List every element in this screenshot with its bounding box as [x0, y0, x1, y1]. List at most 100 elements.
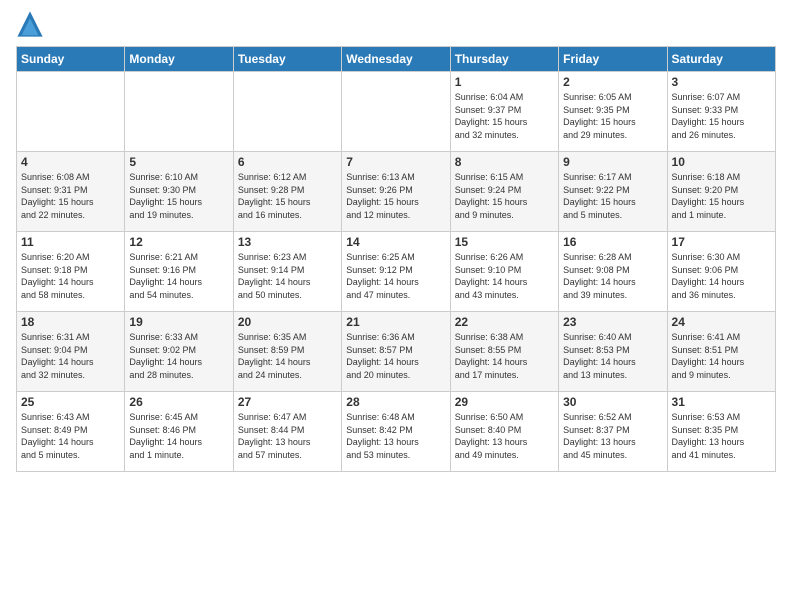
day-number: 20 [238, 315, 337, 329]
col-header-friday: Friday [559, 47, 667, 72]
day-cell: 25Sunrise: 6:43 AM Sunset: 8:49 PM Dayli… [17, 392, 125, 472]
day-cell: 14 Sunrise: 6:25 AM Sunset: 9:12 PM Dayli… [342, 232, 450, 312]
day-number: 26 [129, 395, 228, 409]
col-header-saturday: Saturday [667, 47, 775, 72]
day-cell: 28 Sunrise: 6:48 AM Sunset: 8:42 PM Dayli… [342, 392, 450, 472]
day-info: Sunrise: 6:13 AM Sunset: 9:26 PM Dayligh… [346, 171, 445, 221]
day-number: 9 [563, 155, 662, 169]
day-number: 25 [21, 395, 120, 409]
day-number: 29 [455, 395, 554, 409]
day-info: Sunrise: 6:28 AM Sunset: 9:08 PM Dayligh… [563, 251, 662, 301]
day-cell: 27 Sunrise: 6:47 AM Sunset: 8:44 PM Dayli… [233, 392, 341, 472]
day-number: 17 [672, 235, 771, 249]
day-info: Sunrise: 6:38 AM Sunset: 8:55 PM Dayligh… [455, 331, 554, 381]
day-cell: 23 Sunrise: 6:40 AM Sunset: 8:53 PM Dayli… [559, 312, 667, 392]
week-row-2: 4Sunrise: 6:08 AM Sunset: 9:31 PM Daylig… [17, 152, 776, 232]
day-number: 28 [346, 395, 445, 409]
day-cell: 29Sunrise: 6:50 AM Sunset: 8:40 PM Dayli… [450, 392, 558, 472]
day-cell: 11 Sunrise: 6:20 AM Sunset: 9:18 PM Dayli… [17, 232, 125, 312]
week-row-4: 18 Sunrise: 6:31 AM Sunset: 9:04 PM Dayli… [17, 312, 776, 392]
day-cell: 9 Sunrise: 6:17 AM Sunset: 9:22 PM Daylig… [559, 152, 667, 232]
day-info: Sunrise: 6:40 AM Sunset: 8:53 PM Dayligh… [563, 331, 662, 381]
day-cell: 20 Sunrise: 6:35 AM Sunset: 8:59 PM Dayli… [233, 312, 341, 392]
week-row-3: 11 Sunrise: 6:20 AM Sunset: 9:18 PM Dayli… [17, 232, 776, 312]
header [16, 10, 776, 38]
day-number: 6 [238, 155, 337, 169]
day-number: 21 [346, 315, 445, 329]
day-info: Sunrise: 6:18 AM Sunset: 9:20 PM Dayligh… [672, 171, 771, 221]
day-cell [342, 72, 450, 152]
day-number: 7 [346, 155, 445, 169]
calendar-table: SundayMondayTuesdayWednesdayThursdayFrid… [16, 46, 776, 472]
day-cell: 6 Sunrise: 6:12 AM Sunset: 9:28 PM Daylig… [233, 152, 341, 232]
col-header-tuesday: Tuesday [233, 47, 341, 72]
day-info: Sunrise: 6:45 AM Sunset: 8:46 PM Dayligh… [129, 411, 228, 461]
day-number: 4 [21, 155, 120, 169]
day-number: 19 [129, 315, 228, 329]
col-header-wednesday: Wednesday [342, 47, 450, 72]
day-info: Sunrise: 6:10 AM Sunset: 9:30 PM Dayligh… [129, 171, 228, 221]
day-info: Sunrise: 6:52 AM Sunset: 8:37 PM Dayligh… [563, 411, 662, 461]
day-cell: 18 Sunrise: 6:31 AM Sunset: 9:04 PM Dayli… [17, 312, 125, 392]
day-cell: 13 Sunrise: 6:23 AM Sunset: 9:14 PM Dayli… [233, 232, 341, 312]
day-info: Sunrise: 6:15 AM Sunset: 9:24 PM Dayligh… [455, 171, 554, 221]
logo-icon [16, 10, 44, 38]
day-number: 12 [129, 235, 228, 249]
day-info: Sunrise: 6:33 AM Sunset: 9:02 PM Dayligh… [129, 331, 228, 381]
day-info: Sunrise: 6:35 AM Sunset: 8:59 PM Dayligh… [238, 331, 337, 381]
day-info: Sunrise: 6:47 AM Sunset: 8:44 PM Dayligh… [238, 411, 337, 461]
day-cell: 1 Sunrise: 6:04 AM Sunset: 9:37 PM Daylig… [450, 72, 558, 152]
day-number: 1 [455, 75, 554, 89]
day-cell: 8 Sunrise: 6:15 AM Sunset: 9:24 PM Daylig… [450, 152, 558, 232]
day-number: 15 [455, 235, 554, 249]
day-info: Sunrise: 6:07 AM Sunset: 9:33 PM Dayligh… [672, 91, 771, 141]
day-cell: 19 Sunrise: 6:33 AM Sunset: 9:02 PM Dayli… [125, 312, 233, 392]
day-cell: 10 Sunrise: 6:18 AM Sunset: 9:20 PM Dayli… [667, 152, 775, 232]
day-number: 18 [21, 315, 120, 329]
day-cell: 2Sunrise: 6:05 AM Sunset: 9:35 PM Daylig… [559, 72, 667, 152]
day-cell [125, 72, 233, 152]
day-info: Sunrise: 6:48 AM Sunset: 8:42 PM Dayligh… [346, 411, 445, 461]
day-number: 27 [238, 395, 337, 409]
week-row-1: 1 Sunrise: 6:04 AM Sunset: 9:37 PM Daylig… [17, 72, 776, 152]
day-cell: 4Sunrise: 6:08 AM Sunset: 9:31 PM Daylig… [17, 152, 125, 232]
day-info: Sunrise: 6:20 AM Sunset: 9:18 PM Dayligh… [21, 251, 120, 301]
day-number: 30 [563, 395, 662, 409]
day-info: Sunrise: 6:26 AM Sunset: 9:10 PM Dayligh… [455, 251, 554, 301]
day-info: Sunrise: 6:12 AM Sunset: 9:28 PM Dayligh… [238, 171, 337, 221]
day-cell: 26 Sunrise: 6:45 AM Sunset: 8:46 PM Dayli… [125, 392, 233, 472]
day-info: Sunrise: 6:17 AM Sunset: 9:22 PM Dayligh… [563, 171, 662, 221]
day-number: 23 [563, 315, 662, 329]
day-cell: 5Sunrise: 6:10 AM Sunset: 9:30 PM Daylig… [125, 152, 233, 232]
day-number: 16 [563, 235, 662, 249]
day-number: 11 [21, 235, 120, 249]
day-info: Sunrise: 6:04 AM Sunset: 9:37 PM Dayligh… [455, 91, 554, 141]
week-row-5: 25Sunrise: 6:43 AM Sunset: 8:49 PM Dayli… [17, 392, 776, 472]
day-number: 14 [346, 235, 445, 249]
day-cell: 7 Sunrise: 6:13 AM Sunset: 9:26 PM Daylig… [342, 152, 450, 232]
day-number: 8 [455, 155, 554, 169]
day-cell: 31 Sunrise: 6:53 AM Sunset: 8:35 PM Dayli… [667, 392, 775, 472]
day-info: Sunrise: 6:25 AM Sunset: 9:12 PM Dayligh… [346, 251, 445, 301]
day-info: Sunrise: 6:30 AM Sunset: 9:06 PM Dayligh… [672, 251, 771, 301]
day-cell [17, 72, 125, 152]
col-header-thursday: Thursday [450, 47, 558, 72]
day-cell: 17 Sunrise: 6:30 AM Sunset: 9:06 PM Dayli… [667, 232, 775, 312]
day-info: Sunrise: 6:53 AM Sunset: 8:35 PM Dayligh… [672, 411, 771, 461]
header-row: SundayMondayTuesdayWednesdayThursdayFrid… [17, 47, 776, 72]
day-info: Sunrise: 6:23 AM Sunset: 9:14 PM Dayligh… [238, 251, 337, 301]
day-cell: 15 Sunrise: 6:26 AM Sunset: 9:10 PM Dayli… [450, 232, 558, 312]
day-number: 31 [672, 395, 771, 409]
day-info: Sunrise: 6:21 AM Sunset: 9:16 PM Dayligh… [129, 251, 228, 301]
logo [16, 10, 48, 38]
day-cell: 16 Sunrise: 6:28 AM Sunset: 9:08 PM Dayli… [559, 232, 667, 312]
day-number: 24 [672, 315, 771, 329]
day-number: 10 [672, 155, 771, 169]
col-header-sunday: Sunday [17, 47, 125, 72]
day-cell: 24Sunrise: 6:41 AM Sunset: 8:51 PM Dayli… [667, 312, 775, 392]
day-number: 3 [672, 75, 771, 89]
day-number: 13 [238, 235, 337, 249]
day-info: Sunrise: 6:31 AM Sunset: 9:04 PM Dayligh… [21, 331, 120, 381]
col-header-monday: Monday [125, 47, 233, 72]
day-cell [233, 72, 341, 152]
